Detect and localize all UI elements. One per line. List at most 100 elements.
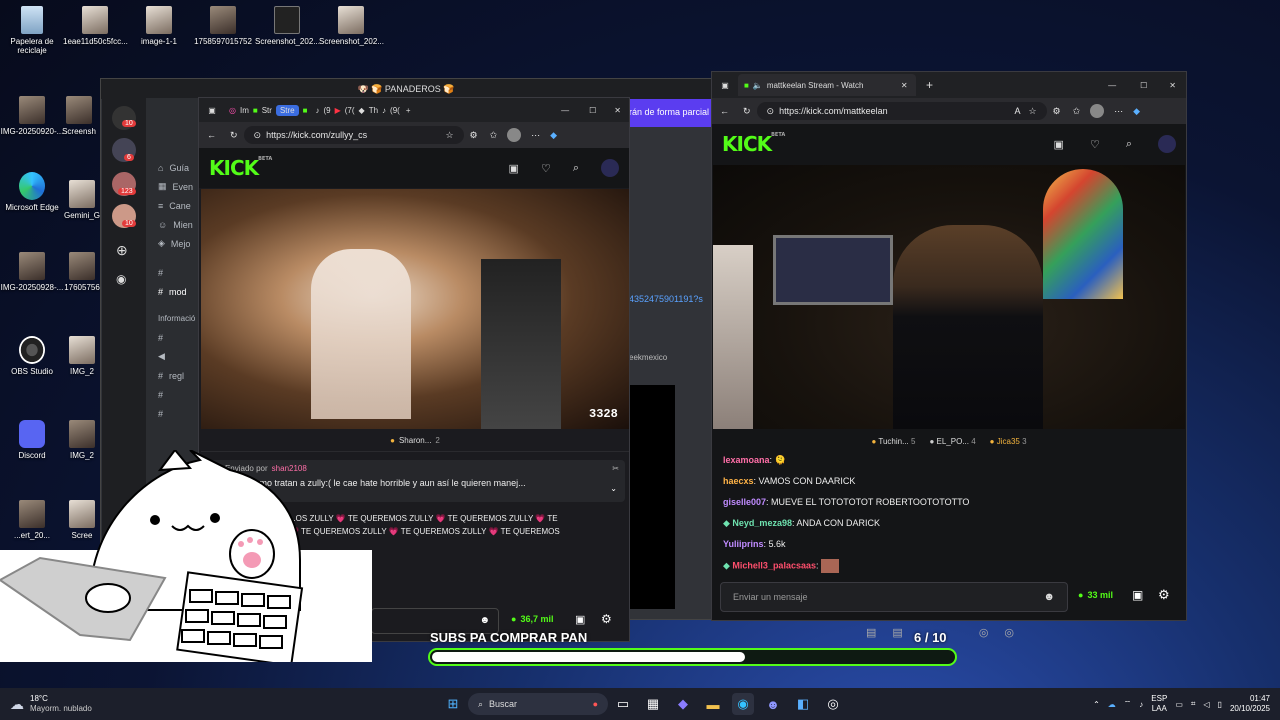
favorites-icon[interactable]: ✩ — [484, 130, 504, 141]
channel-item[interactable]: ▦ Even — [146, 177, 204, 196]
desktop-icon-file[interactable]: Screenshot_202... — [319, 6, 384, 46]
store-icon[interactable]: ▣ — [509, 162, 519, 175]
widgets-icon[interactable]: ▦ — [642, 693, 664, 715]
settings-icon[interactable]: ⚙ — [601, 612, 612, 626]
display-icon[interactable]: ▭ — [1175, 700, 1183, 709]
read-aloud-icon[interactable]: A — [1014, 106, 1020, 116]
edge-icon[interactable]: ◉ — [732, 693, 754, 715]
new-tab-icon[interactable]: + — [916, 78, 943, 92]
refresh-icon[interactable]: ↻ — [224, 130, 244, 141]
channel-item[interactable]: # — [146, 385, 204, 404]
maximize-icon[interactable]: ☐ — [1128, 81, 1159, 90]
channel-item[interactable]: ◈ Mejo — [146, 234, 204, 253]
tab-active[interactable]: Stre — [275, 104, 299, 116]
onedrive-icon[interactable]: ☁ — [1108, 700, 1116, 709]
close-icon[interactable]: ✕ — [1159, 81, 1186, 90]
store-icon[interactable]: ▣ — [1132, 588, 1143, 602]
chevron-down-icon[interactable]: ⌄ — [610, 484, 617, 493]
network-icon[interactable]: ⌗ — [1191, 699, 1196, 709]
tab[interactable]: Im — [240, 106, 249, 115]
tab[interactable]: (7( — [345, 106, 355, 115]
audio-icon[interactable]: 🔈 — [753, 81, 763, 90]
clock[interactable]: 01:47 20/10/2025 — [1230, 694, 1270, 714]
search-icon[interactable]: ⌕ — [573, 162, 579, 175]
profile-avatar[interactable] — [1090, 104, 1105, 118]
channel-item[interactable]: # — [146, 404, 204, 423]
desktop-icon-recycle-bin[interactable]: Papelera de reciclaje — [0, 6, 64, 55]
volume-icon[interactable]: ◁ — [1203, 700, 1209, 709]
weather-widget[interactable]: ☁ 18°C Mayorm. nublado — [0, 694, 200, 714]
url-field[interactable]: ⊙ https://kick.com/mattkeelan A ☆ — [756, 102, 1047, 120]
more-icon[interactable]: ⋯ — [1108, 106, 1129, 117]
channel-item[interactable]: # regl — [146, 366, 204, 385]
desktop-icon-file[interactable]: Gemini_G — [60, 180, 104, 220]
desktop-icon-edge[interactable]: Microsoft Edge — [0, 172, 64, 212]
unpin-icon[interactable]: ✂ — [612, 464, 619, 473]
explore-icon[interactable]: ◉ — [116, 272, 126, 286]
desktop-icon-file[interactable]: IMG-20250928-... — [0, 252, 64, 292]
channel-item[interactable]: ⌂ Guía — [146, 158, 204, 177]
desktop-icon-obs[interactable]: OBS Studio — [0, 336, 64, 376]
chat-input[interactable]: Enviar un mensaje ☻ — [720, 582, 1068, 612]
refresh-icon[interactable]: ↻ — [737, 106, 757, 117]
avatar[interactable] — [1158, 135, 1176, 153]
url-field[interactable]: ⊙ https://kick.com/zullyy_cs ☆ — [243, 126, 464, 144]
back-icon[interactable]: ← — [199, 130, 224, 140]
more-icon[interactable]: ⋯ — [525, 130, 546, 141]
file-explorer-icon[interactable]: ▬ — [702, 693, 724, 715]
tab[interactable]: Str — [262, 106, 272, 115]
heart-icon[interactable]: ♡ — [541, 162, 551, 175]
desktop-icon-file[interactable]: 1eae11d50c5fcc... — [63, 6, 128, 46]
site-info-icon[interactable]: ⊙ — [254, 130, 262, 141]
minimize-icon[interactable]: — — [1096, 81, 1128, 90]
taskbar-search[interactable]: ⌕ Buscar ● — [468, 693, 608, 715]
wifi-icon[interactable]: ⌔ — [1124, 699, 1132, 709]
battery-icon[interactable]: ▯ — [1218, 700, 1222, 709]
microphone-icon[interactable]: ♪ — [1139, 700, 1143, 709]
gifter-item[interactable]: ● Jica35 3 — [990, 437, 1027, 446]
obs-icon[interactable]: ◎ — [822, 693, 844, 715]
video-player[interactable] — [713, 165, 1185, 429]
kick-logo[interactable]: KICKBETA — [722, 132, 785, 156]
desktop-icon-file[interactable]: Screensh — [54, 96, 104, 136]
language-indicator[interactable]: ESP LAA — [1151, 694, 1167, 714]
desktop-icon-file[interactable]: image-1-1 — [127, 6, 191, 46]
tab[interactable]: Th — [369, 106, 378, 115]
maximize-icon[interactable]: ☐ — [579, 106, 606, 115]
tab[interactable]: (9( — [390, 106, 400, 115]
settings-icon[interactable]: ⚙ — [1158, 587, 1170, 603]
desktop-icon-file[interactable]: Screenshot_202... — [255, 6, 320, 46]
minimize-icon[interactable]: — — [551, 106, 579, 115]
channel-item[interactable]: ≡ Cane — [146, 196, 204, 215]
tab[interactable]: (9 — [323, 106, 330, 115]
copilot-icon[interactable]: ◆ — [1129, 106, 1144, 117]
channel-item[interactable]: # — [146, 263, 204, 282]
chevron-up-icon[interactable]: ⌃ — [1093, 700, 1100, 709]
kick-logo[interactable]: KICKBETA — [209, 156, 272, 180]
close-icon[interactable]: ✕ — [606, 106, 629, 115]
channel-item[interactable]: # mod — [146, 282, 204, 301]
channel-item[interactable]: # — [146, 328, 204, 347]
add-server-icon[interactable]: ⊕ — [116, 242, 128, 259]
video-player[interactable]: 3328 — [201, 189, 629, 429]
emoji-icon[interactable]: ☻ — [1043, 591, 1055, 603]
favorite-icon[interactable]: ☆ — [445, 130, 453, 141]
tab-active[interactable]: ■ 🔈 mattkeelan Stream - Watch ✕ — [738, 74, 916, 96]
favorites-icon[interactable]: ✩ — [1067, 106, 1087, 117]
desktop-icon-file[interactable]: 1758597015752 — [191, 6, 255, 46]
profile-avatar[interactable] — [507, 128, 522, 142]
copilot-icon[interactable]: ◆ — [546, 130, 561, 141]
app-icon[interactable]: ◧ — [792, 693, 814, 715]
gifter-item[interactable]: ● Tuchin... 5 — [871, 437, 915, 446]
store-icon[interactable]: ▣ — [575, 613, 585, 626]
channel-item[interactable]: ◀ — [146, 347, 204, 366]
avatar[interactable] — [601, 159, 619, 177]
desktop-icon-file[interactable]: 17605756 — [60, 252, 104, 292]
emoji-icon[interactable]: ☻ — [479, 615, 490, 626]
gifter-item[interactable]: ● EL_PO... 4 — [929, 437, 975, 446]
new-tab-icon[interactable]: + — [400, 106, 417, 115]
search-icon[interactable]: ⌕ — [1126, 138, 1132, 151]
category-header[interactable]: Informació — [146, 309, 204, 328]
tab-actions-icon[interactable]: ▣ — [199, 106, 225, 115]
site-info-icon[interactable]: ⊙ — [767, 106, 775, 117]
